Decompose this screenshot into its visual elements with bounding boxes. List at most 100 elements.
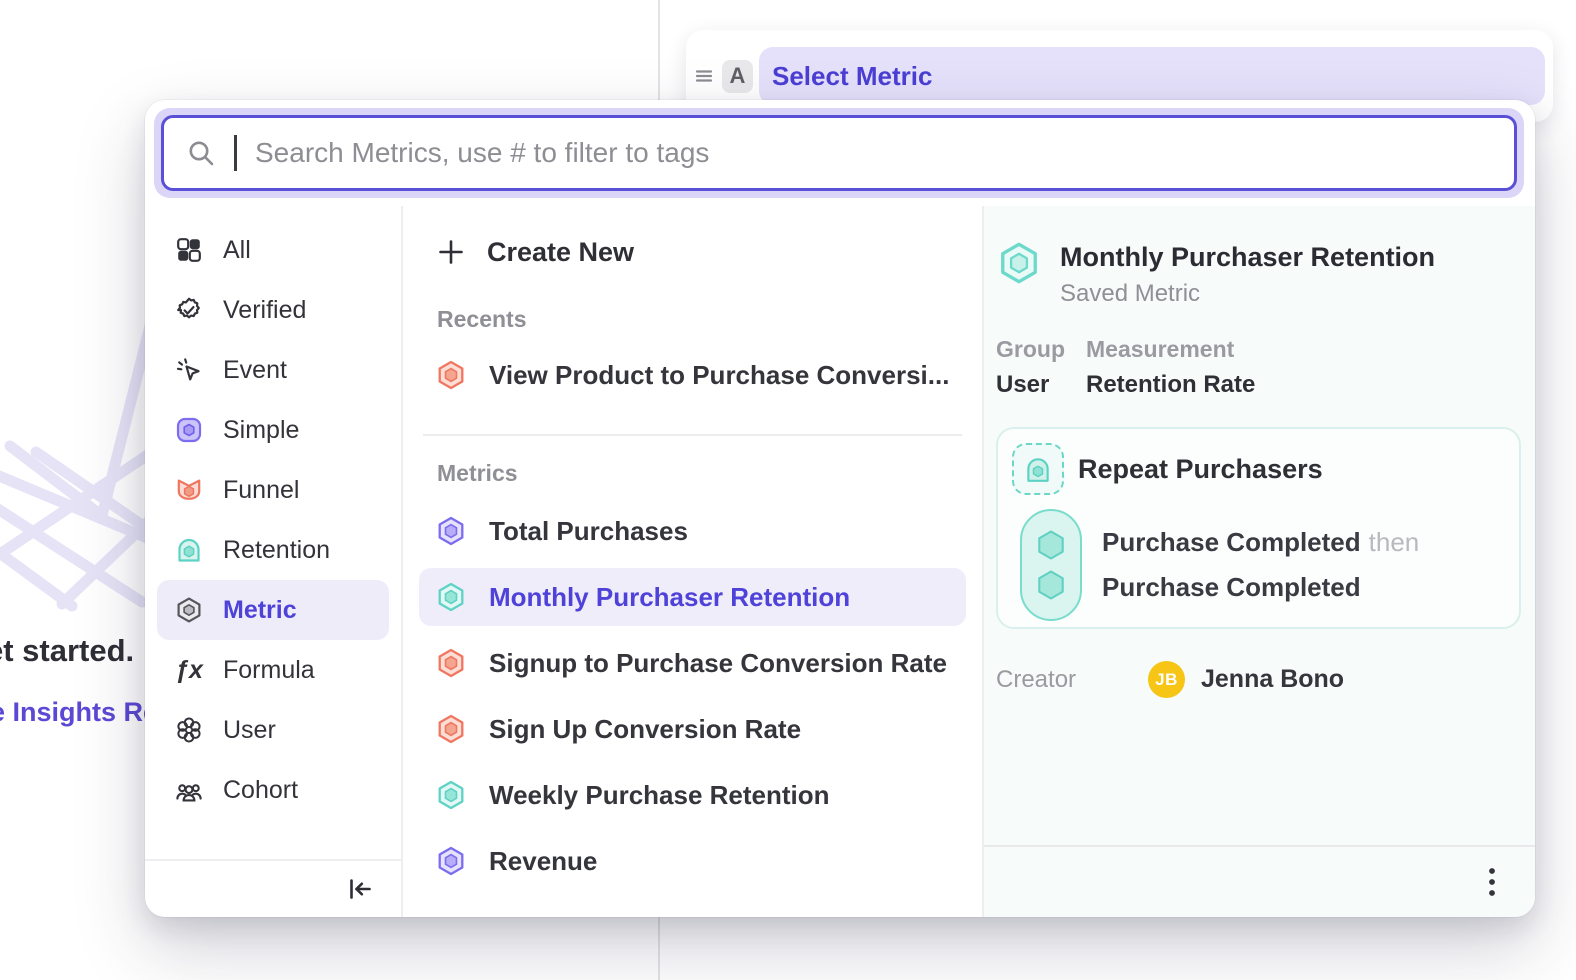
metric-item-label: Signup to Purchase Conversion Rate	[489, 648, 947, 679]
cohort-icon	[175, 776, 203, 804]
metric-item[interactable]: Total Purchases	[419, 502, 966, 560]
metric-item-label: Monthly Purchaser Retention	[489, 582, 850, 613]
creator-avatar: JB	[1148, 661, 1185, 698]
user-icon	[175, 716, 203, 744]
sidebar-item-metric[interactable]: Metric	[157, 580, 389, 640]
metric-hexagon-icon	[435, 713, 467, 745]
drag-handle-icon[interactable]	[692, 66, 716, 86]
detail-footer	[984, 845, 1535, 917]
metric-item[interactable]: Signup to Purchase Conversion Rate	[419, 634, 966, 692]
sidebar-item-user[interactable]: User	[157, 700, 389, 760]
screen: et started. e Insights Re A Select Metri…	[0, 0, 1576, 980]
sidebar-item-label: Retention	[223, 536, 330, 565]
search-box[interactable]	[161, 115, 1517, 191]
collapse-panel-icon[interactable]	[347, 876, 373, 902]
metric-hexagon-icon	[435, 581, 467, 613]
text-caret	[234, 135, 237, 171]
background-heading-fragment: et started.	[0, 633, 134, 669]
definition-title: Repeat Purchasers	[1078, 454, 1323, 485]
metrics-heading: Metrics	[437, 458, 966, 488]
series-letter-badge[interactable]: A	[722, 60, 753, 93]
metric-item[interactable]: Revenue	[419, 832, 966, 890]
funnel-metric-hexagon-icon	[435, 359, 467, 391]
search-input[interactable]	[255, 137, 1492, 169]
definition-step1: Purchase Completed	[1102, 527, 1361, 557]
kebab-menu-icon[interactable]	[1487, 866, 1497, 898]
event-sequence-capsule	[1020, 509, 1082, 621]
recents-heading: Recents	[437, 304, 966, 334]
creator-label: Creator	[996, 666, 1148, 694]
detail-header: Monthly Purchaser Retention Saved Metric	[996, 240, 1521, 310]
definition-connector: then	[1369, 527, 1420, 557]
sidebar-item-label: Simple	[223, 416, 299, 445]
metric-detail-panel: Monthly Purchaser Retention Saved Metric…	[984, 206, 1535, 917]
metric-item[interactable]: Weekly Purchase Retention	[419, 766, 966, 824]
metric-item-label: Revenue	[489, 846, 597, 877]
creator-name: Jenna Bono	[1201, 665, 1344, 694]
metric-item[interactable]: Sign Up Conversion Rate	[419, 700, 966, 758]
detail-subtitle: Saved Metric	[1060, 278, 1435, 310]
create-new-label: Create New	[487, 237, 634, 268]
group-value: User	[996, 371, 1086, 399]
simple-icon	[175, 416, 203, 444]
funnel-icon	[175, 476, 203, 504]
sidebar-item-formula[interactable]: ƒx Formula	[157, 640, 389, 700]
metric-list-column: Create New Recents View Product to Purch…	[403, 206, 984, 917]
sidebar-item-funnel[interactable]: Funnel	[157, 460, 389, 520]
metric-item-label: Weekly Purchase Retention	[489, 780, 830, 811]
search-icon	[186, 138, 216, 168]
creator-row: Creator JB Jenna Bono	[996, 661, 1521, 698]
metric-icon	[175, 596, 203, 624]
event-icon	[175, 356, 203, 384]
sidebar-item-label: Verified	[223, 296, 306, 325]
select-metric-button[interactable]: Select Metric	[759, 47, 1545, 105]
sidebar-item-retention[interactable]: Retention	[157, 520, 389, 580]
sidebar-item-label: Event	[223, 356, 287, 385]
sidebar-item-verified[interactable]: Verified	[157, 280, 389, 340]
measurement-value: Retention Rate	[1086, 371, 1521, 399]
retention-icon	[175, 536, 203, 564]
sidebar-item-event[interactable]: Event	[157, 340, 389, 400]
detail-title: Monthly Purchaser Retention	[1060, 240, 1435, 274]
retention-cohort-icon	[1012, 443, 1064, 495]
section-divider	[423, 434, 962, 436]
verified-icon	[175, 296, 203, 324]
sidebar-item-simple[interactable]: Simple	[157, 400, 389, 460]
metric-definition-card: Repeat Purchasers Purchase Completed then…	[996, 427, 1521, 629]
measurement-label: Measurement	[1086, 336, 1521, 363]
metric-hexagon-icon	[435, 515, 467, 547]
metric-hexagon-icon	[435, 647, 467, 679]
type-filter-sidebar: All Verified Event	[145, 206, 403, 917]
metric-hexagon-icon	[435, 779, 467, 811]
sidebar-item-label: Formula	[223, 656, 315, 685]
detail-meta: Group Measurement User Retention Rate	[996, 336, 1521, 399]
search-section	[145, 100, 1535, 198]
group-label: Group	[996, 336, 1086, 363]
definition-step2: Purchase Completed	[1102, 572, 1419, 603]
formula-icon: ƒx	[175, 656, 203, 685]
metric-picker-modal: All Verified Event	[145, 100, 1535, 917]
plus-icon	[437, 238, 465, 266]
metric-hexagon-icon	[435, 845, 467, 877]
sidebar-item-label: Metric	[223, 596, 297, 625]
sidebar-item-cohort[interactable]: Cohort	[157, 760, 389, 820]
event-hexagon-icon	[1033, 527, 1069, 563]
sidebar-item-label: Cohort	[223, 776, 298, 805]
sidebar-footer	[145, 859, 401, 917]
saved-metric-hexagon-icon	[996, 240, 1042, 286]
metric-item-selected[interactable]: Monthly Purchaser Retention	[419, 568, 966, 626]
select-metric-label: Select Metric	[772, 61, 932, 92]
recent-item[interactable]: View Product to Purchase Conversi...	[419, 346, 966, 404]
background-link-fragment[interactable]: e Insights Re	[0, 697, 158, 728]
search-focus-ring	[154, 108, 1524, 198]
sidebar-item-label: User	[223, 716, 276, 745]
create-new-button[interactable]: Create New	[419, 226, 966, 278]
grid-icon	[175, 236, 203, 264]
metric-item-label: Total Purchases	[489, 516, 688, 547]
modal-body: All Verified Event	[145, 206, 1535, 917]
sidebar-item-all[interactable]: All	[157, 220, 389, 280]
sidebar-item-label: All	[223, 236, 251, 265]
event-hexagon-icon	[1033, 567, 1069, 603]
metric-item-label: Sign Up Conversion Rate	[489, 714, 801, 745]
sidebar-item-label: Funnel	[223, 476, 299, 505]
